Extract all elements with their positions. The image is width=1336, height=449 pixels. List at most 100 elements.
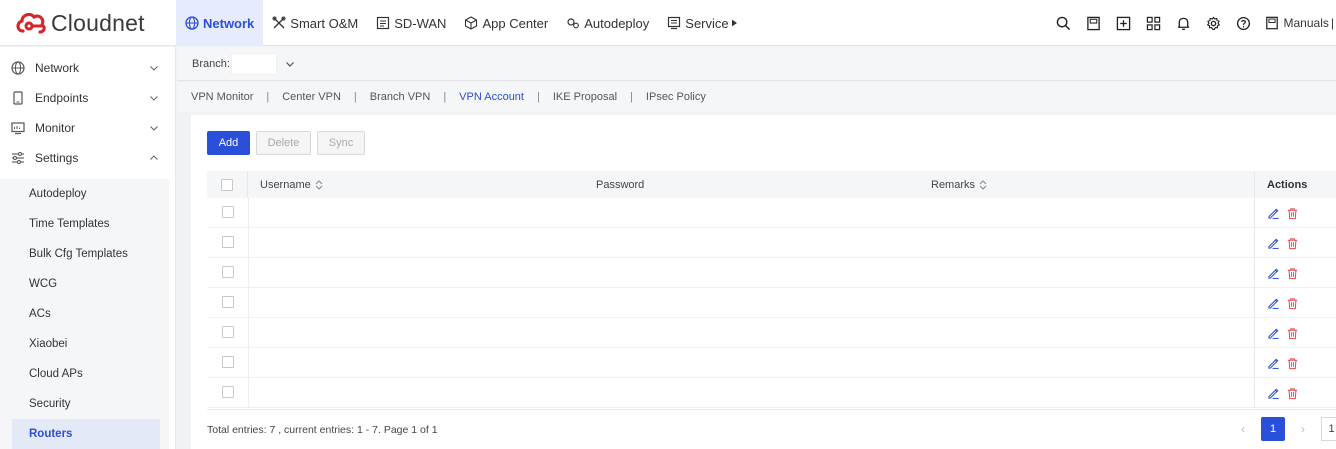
table-row	[207, 198, 1336, 228]
sidebar-subitem-acs[interactable]: ACs	[0, 299, 169, 329]
delete-icon[interactable]	[1286, 327, 1299, 340]
table-row	[207, 348, 1336, 378]
row-actions	[1254, 378, 1336, 408]
row-checkbox[interactable]	[221, 325, 234, 338]
service-icon	[668, 16, 681, 30]
select-all-checkbox[interactable]	[221, 178, 233, 191]
next-page-button[interactable]: ›	[1291, 417, 1315, 441]
tab-vpn-account[interactable]: VPN Account	[459, 91, 524, 103]
bell-icon	[1177, 17, 1190, 30]
edit-icon[interactable]	[1267, 387, 1280, 400]
edit-icon[interactable]	[1267, 237, 1280, 250]
grid-icon	[1146, 16, 1161, 30]
row-checkbox[interactable]	[221, 205, 234, 218]
notifications-button[interactable]	[1169, 0, 1199, 46]
table-row	[207, 288, 1336, 318]
logo-text: Cloudnet	[51, 9, 145, 36]
tab-ipsec-policy[interactable]: IPsec Policy	[646, 91, 706, 103]
tab-separator: |	[443, 91, 447, 103]
add-button-top[interactable]	[1109, 0, 1139, 46]
search-button[interactable]	[1049, 0, 1079, 46]
chevron-down-icon[interactable]	[285, 59, 295, 69]
chevron-down-icon	[150, 126, 158, 131]
nav-app-center[interactable]: App Center	[455, 0, 557, 46]
sidebar-subitem-security[interactable]: Security	[0, 389, 169, 419]
delete-icon[interactable]	[1286, 357, 1299, 370]
tab-branch-vpn[interactable]: Branch VPN	[370, 91, 431, 103]
add-button[interactable]: Add	[207, 131, 250, 155]
main-nav: Network Smart O&M SD-WAN App Center Auto…	[176, 0, 746, 46]
header-remarks[interactable]: Remarks	[931, 179, 987, 191]
row-checkbox-cell	[207, 288, 248, 317]
delete-icon[interactable]	[1286, 297, 1299, 310]
branch-select[interactable]	[230, 52, 277, 75]
globe-icon	[11, 61, 25, 75]
branch-label: Branch:	[192, 57, 230, 70]
row-checkbox[interactable]	[221, 355, 234, 368]
help-button[interactable]	[1229, 0, 1259, 46]
tab-ike-proposal[interactable]: IKE Proposal	[553, 91, 617, 103]
row-checkbox-cell	[207, 198, 248, 227]
nav-smart-om[interactable]: Smart O&M	[263, 0, 367, 46]
row-checkbox[interactable]	[221, 265, 234, 278]
chevron-down-icon	[150, 96, 158, 101]
edit-icon[interactable]	[1267, 357, 1280, 370]
toolbar: Add Delete Sync	[207, 131, 371, 155]
row-cells	[248, 228, 1254, 258]
manuals-link[interactable]: Manuals |	[1259, 16, 1336, 30]
nav-service[interactable]: Service	[658, 0, 745, 46]
logo[interactable]: Cloudnet	[15, 9, 145, 37]
delete-icon[interactable]	[1286, 267, 1299, 280]
page-jump-input[interactable]: 1	[1321, 417, 1336, 441]
row-cells	[248, 198, 1254, 228]
settings-button[interactable]	[1199, 0, 1229, 46]
sidebar-subitem-routers[interactable]: Routers	[12, 419, 160, 449]
nav-sd-wan[interactable]: SD-WAN	[367, 0, 455, 46]
plus-square-icon	[1116, 16, 1131, 30]
row-checkbox[interactable]	[221, 235, 234, 248]
gears-icon	[567, 18, 580, 29]
book-icon	[1265, 16, 1278, 30]
nav-autodeploy[interactable]: Autodeploy	[557, 0, 658, 46]
edit-icon[interactable]	[1267, 207, 1280, 220]
row-checkbox[interactable]	[221, 295, 234, 308]
notebook-icon	[1087, 16, 1100, 30]
row-actions	[1254, 288, 1336, 318]
sidebar-item-monitor[interactable]: Monitor	[0, 113, 175, 143]
sidebar-subitem-wcg[interactable]: WCG	[0, 269, 169, 299]
table-body	[207, 198, 1336, 408]
sidebar-item-endpoints[interactable]: Endpoints	[0, 83, 175, 113]
edit-icon[interactable]	[1267, 297, 1280, 310]
sidebar-subitem-autodeploy[interactable]: Autodeploy	[0, 179, 169, 209]
chevron-up-icon	[150, 155, 158, 160]
delete-icon[interactable]	[1286, 237, 1299, 250]
vpn-subtabs: VPN Monitor | Center VPN | Branch VPN | …	[177, 82, 1336, 112]
sidebar-subitem-xiaobei[interactable]: Xiaobei	[0, 329, 169, 359]
delete-icon[interactable]	[1286, 207, 1299, 220]
row-actions	[1254, 348, 1336, 378]
page-1-button[interactable]: 1	[1261, 417, 1285, 441]
row-checkbox[interactable]	[221, 385, 234, 398]
sidebar-subitem-bulk-cfg-templates[interactable]: Bulk Cfg Templates	[0, 239, 169, 269]
delete-button[interactable]: Delete	[256, 131, 311, 155]
sync-button[interactable]: Sync	[317, 131, 365, 155]
monitor-icon	[11, 122, 25, 135]
sidebar-subitem-cloud-aps[interactable]: Cloud APs	[0, 359, 169, 389]
table-row	[207, 318, 1336, 348]
tab-separator: |	[353, 91, 357, 103]
edit-icon[interactable]	[1267, 267, 1280, 280]
tab-vpn-monitor[interactable]: VPN Monitor	[191, 91, 253, 103]
apps-grid-button[interactable]	[1139, 0, 1169, 46]
gear-icon	[1206, 15, 1221, 30]
nav-network[interactable]: Network	[176, 0, 264, 46]
sidebar-item-settings[interactable]: Settings	[0, 143, 175, 173]
edit-icon[interactable]	[1267, 327, 1280, 340]
delete-icon[interactable]	[1286, 387, 1299, 400]
tab-center-vpn[interactable]: Center VPN	[282, 91, 341, 103]
sidebar-subitem-time-templates[interactable]: Time Templates	[0, 209, 169, 239]
sidebar-item-network[interactable]: Network	[0, 53, 175, 83]
prev-page-button[interactable]: ‹	[1231, 417, 1255, 441]
select-all-cell	[207, 171, 248, 198]
notebook-button[interactable]	[1079, 0, 1109, 46]
header-username[interactable]: Username	[260, 179, 323, 191]
